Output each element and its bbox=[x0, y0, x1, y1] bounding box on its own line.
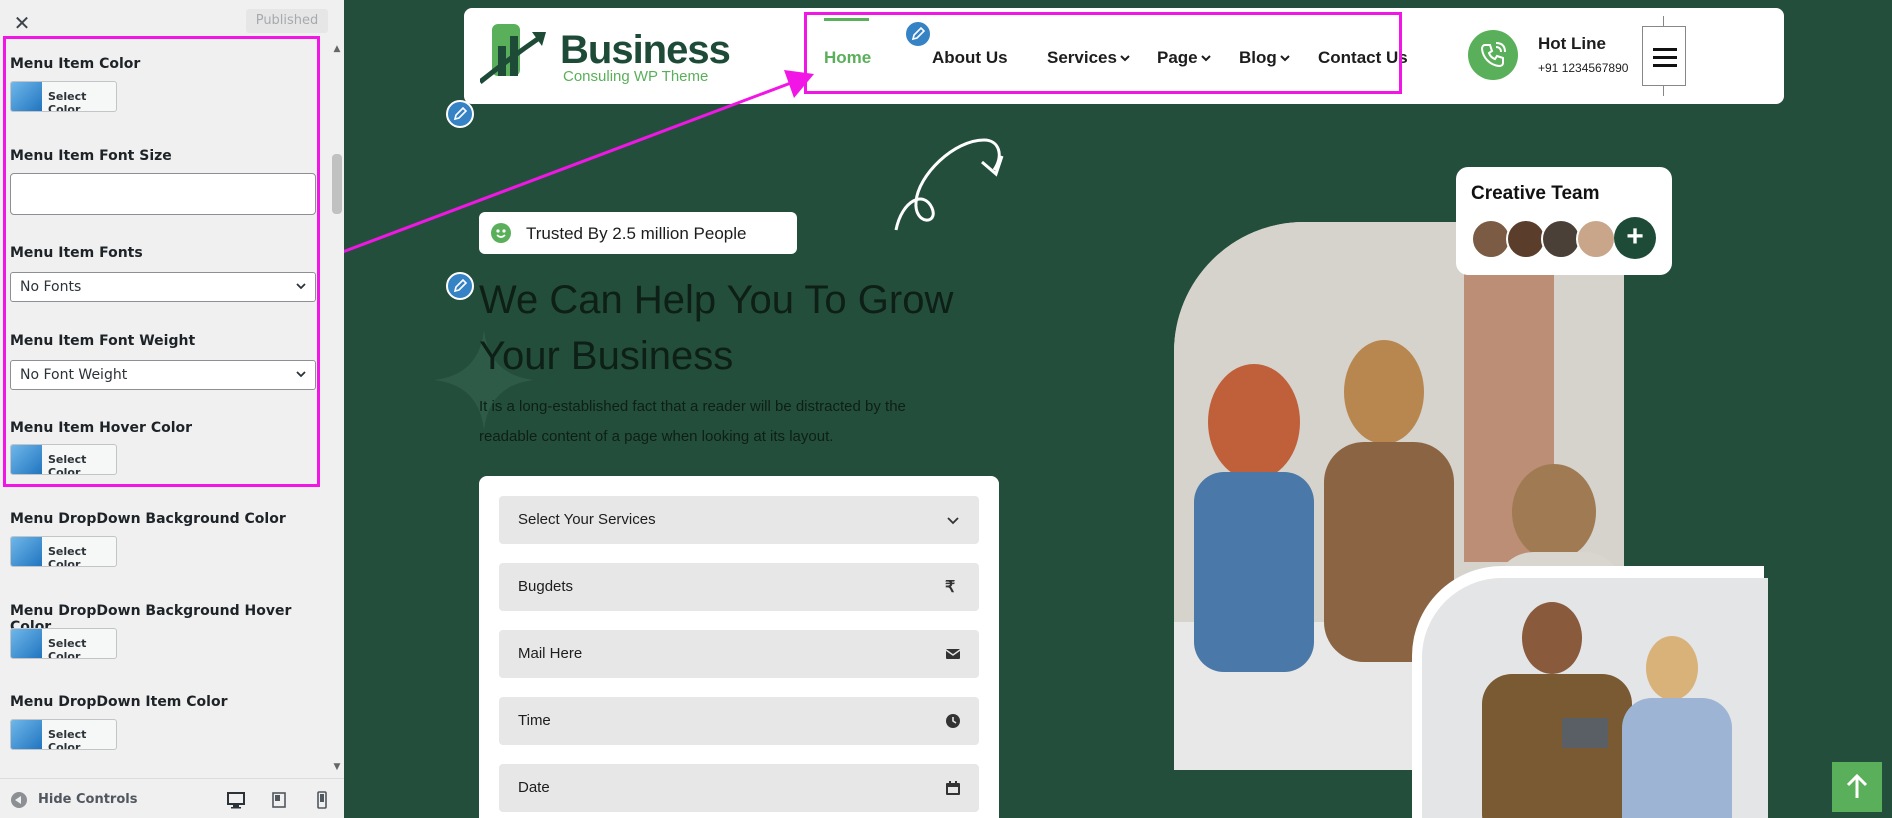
tablet-preview-icon[interactable] bbox=[269, 790, 289, 810]
field-label: Bugdets bbox=[518, 578, 574, 595]
field-label: Select Your Services bbox=[518, 511, 656, 528]
trust-badge: Trusted By 2.5 million People bbox=[479, 212, 797, 254]
select-color-label: Select Color bbox=[48, 637, 87, 659]
site-preview: Business Consuling WP Theme Home About U… bbox=[344, 0, 1892, 818]
menu-decor-line bbox=[1663, 16, 1664, 26]
color-swatch bbox=[11, 537, 42, 566]
desktop-preview-icon[interactable] bbox=[226, 790, 246, 810]
clock-icon bbox=[946, 714, 960, 728]
menu-dropdown-bg-color-picker[interactable]: Select Color bbox=[10, 536, 117, 567]
avatar bbox=[1471, 219, 1511, 259]
envelope-icon bbox=[945, 649, 961, 659]
controls-scrollbar[interactable]: ▲ ▼ bbox=[330, 40, 344, 778]
scrollbar-thumb[interactable] bbox=[332, 154, 342, 214]
highlighted-menu-controls bbox=[3, 36, 320, 487]
menu-decor-line bbox=[1663, 86, 1664, 96]
scroll-up-arrow-icon[interactable]: ▲ bbox=[330, 44, 344, 56]
select-color-label: Select Color bbox=[48, 545, 87, 567]
hamburger-icon bbox=[1653, 64, 1677, 67]
hero-description: It is a long-established fact that a rea… bbox=[479, 398, 906, 445]
edit-hero-pencil-icon[interactable] bbox=[446, 272, 474, 300]
hamburger-menu-button[interactable] bbox=[1642, 26, 1686, 86]
customizer-header: ✕ Published bbox=[0, 0, 344, 40]
edit-logo-pencil-icon[interactable] bbox=[446, 100, 474, 128]
time-input[interactable]: Time bbox=[499, 697, 979, 745]
add-team-member-button[interactable]: + bbox=[1614, 217, 1656, 259]
hamburger-icon bbox=[1653, 48, 1677, 51]
collapse-icon[interactable] bbox=[11, 792, 27, 808]
menu-dropdown-item-color-label: Menu DropDown Item Color bbox=[10, 694, 228, 710]
inquiry-form: Select Your Services Bugdets ₹ Mail Here… bbox=[479, 476, 999, 818]
hide-controls-button[interactable]: Hide Controls bbox=[38, 792, 137, 807]
email-input[interactable]: Mail Here bbox=[499, 630, 979, 678]
published-button[interactable]: Published bbox=[246, 9, 328, 33]
hero-headline: We Can Help You To Grow Your Business bbox=[479, 278, 954, 378]
field-label: Mail Here bbox=[518, 645, 583, 662]
trust-badge-text: Trusted By 2.5 million People bbox=[526, 224, 747, 243]
services-select[interactable]: Select Your Services bbox=[499, 496, 979, 544]
color-swatch bbox=[11, 720, 42, 749]
menu-dropdown-item-color-picker[interactable]: Select Color bbox=[10, 719, 117, 750]
menu-dropdown-bg-color-label: Menu DropDown Background Color bbox=[10, 511, 286, 527]
calendar-icon bbox=[946, 781, 960, 795]
avatar bbox=[1576, 219, 1616, 259]
decorative-arrow-icon bbox=[894, 138, 1004, 231]
date-input[interactable]: Date bbox=[499, 764, 979, 812]
avatar bbox=[1541, 219, 1581, 259]
business-discussion-photo bbox=[1422, 578, 1768, 818]
hamburger-icon bbox=[1653, 56, 1677, 59]
rupee-icon: ₹ bbox=[945, 579, 956, 596]
menu-dropdown-bg-hover-color-picker[interactable]: Select Color bbox=[10, 628, 117, 659]
hotline-number[interactable]: +91 1234567890 bbox=[1538, 61, 1628, 75]
edit-menu-pencil-icon[interactable] bbox=[904, 20, 932, 48]
field-label: Date bbox=[518, 779, 550, 796]
customizer-footer: Hide Controls bbox=[0, 778, 344, 818]
smiley-icon bbox=[491, 223, 511, 243]
mobile-preview-icon[interactable] bbox=[312, 790, 332, 810]
scroll-down-arrow-icon[interactable]: ▼ bbox=[330, 762, 344, 774]
close-customizer-button[interactable]: ✕ bbox=[11, 12, 33, 34]
field-label: Time bbox=[518, 712, 551, 729]
team-card-title: Creative Team bbox=[1471, 183, 1600, 204]
creative-team-card: Creative Team + bbox=[1456, 167, 1672, 275]
phone-icon bbox=[1468, 30, 1518, 80]
highlighted-nav-menu bbox=[804, 12, 1402, 94]
select-color-label: Select Color bbox=[48, 728, 87, 750]
scroll-to-top-button[interactable] bbox=[1832, 762, 1882, 812]
chevron-down-icon bbox=[947, 517, 959, 525]
hotline-label: Hot Line bbox=[1538, 34, 1606, 53]
budget-input[interactable]: Bugdets ₹ bbox=[499, 563, 979, 611]
avatar bbox=[1506, 219, 1546, 259]
arrow-up-icon bbox=[1846, 773, 1868, 798]
color-swatch bbox=[11, 629, 42, 658]
